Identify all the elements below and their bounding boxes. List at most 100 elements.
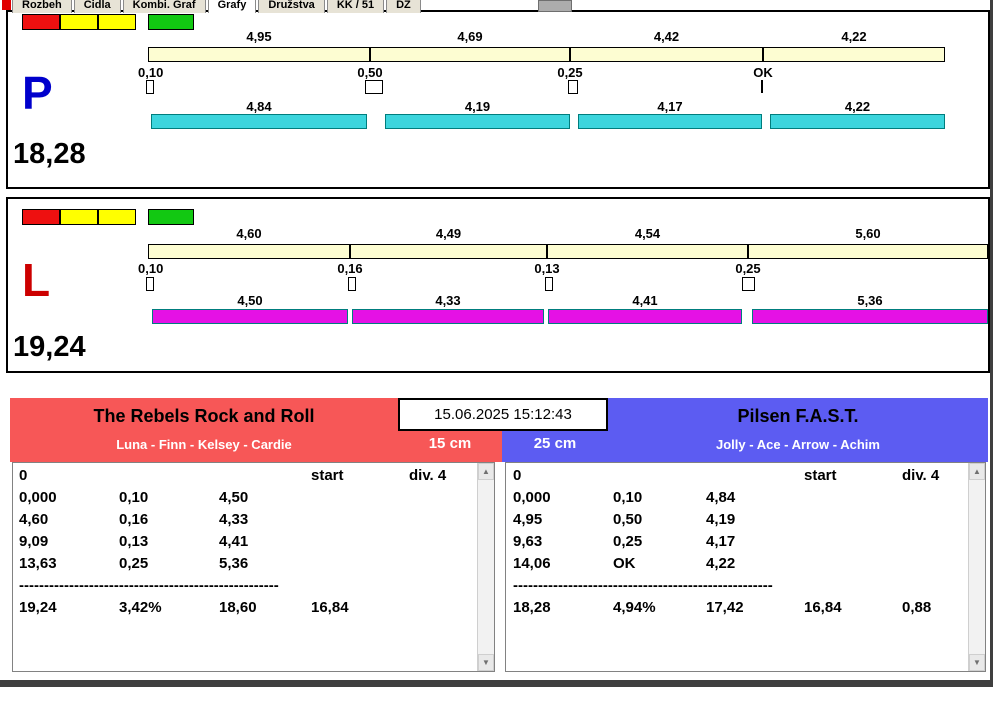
window-border-bottom (0, 680, 993, 687)
change-marker (348, 277, 356, 291)
change-time-label: 0,16 (337, 261, 363, 276)
result-cell: 18,60 (219, 599, 257, 616)
team-left-members: Luna - Finn - Kelsey - Cardie (116, 437, 292, 452)
split-bar-segment (570, 47, 763, 62)
result-cell: 0 (19, 467, 28, 484)
result-row: 0,000 0,10 4,84 (506, 489, 968, 511)
scroll-up-button[interactable]: ▲ (969, 463, 985, 480)
scroll-down-button[interactable]: ▼ (478, 654, 494, 671)
result-row: ----------------------------------------… (506, 577, 968, 599)
result-cell: 4,95 (513, 511, 543, 528)
tab-dru-stva[interactable]: Družstva (258, 0, 325, 13)
leg-time-label: 4,33 (435, 293, 461, 308)
leg-time-label: 4,22 (844, 99, 871, 114)
split-time-label: 4,95 (246, 29, 272, 44)
leg-time-label: 5,36 (857, 293, 883, 308)
leg-bar (578, 114, 762, 129)
status-light-yellow-1 (60, 14, 98, 30)
result-row: 4,60 0,16 4,33 (13, 511, 477, 533)
result-cell: 0,13 (119, 533, 149, 550)
leg-bar (770, 114, 945, 129)
split-bar-segment (148, 47, 370, 62)
result-cell: 13,63 (19, 555, 57, 572)
change-time-label: 0,25 (735, 261, 761, 276)
result-row: 19,24 3,42% 18,60 16,84 (13, 599, 477, 621)
status-light-green (148, 14, 194, 30)
change-marker (146, 80, 154, 94)
top-scrollbar-fragment[interactable] (538, 0, 572, 12)
lane-letter-p: P (22, 67, 53, 119)
team-right-name: Pilsen F.A.S.T. (737, 406, 859, 426)
result-cell: 18,28 (513, 599, 551, 616)
leg-time-label: 4,41 (632, 293, 658, 308)
change-marker (761, 80, 763, 93)
result-cell: 0,10 (613, 489, 643, 506)
result-cell: 16,84 (311, 599, 349, 616)
results-right-pane: 0 start div. 4 0,000 0,10 4,84 4,95 0,50 4,19 9,6… (505, 462, 986, 672)
scroll-up-icon: ▲ (973, 467, 981, 476)
change-marker (742, 277, 755, 291)
scroll-up-button[interactable]: ▲ (478, 463, 494, 480)
lane-letter-l: L (22, 254, 51, 306)
leg-time-label: 4,50 (237, 293, 263, 308)
result-cell: 4,60 (19, 511, 49, 528)
result-cell: 3,42% (119, 599, 162, 616)
leg-bar (151, 114, 367, 129)
result-row: 0,000 0,10 4,50 (13, 489, 477, 511)
tab-cidla[interactable]: Cidla (73, 0, 121, 13)
result-cell: 4,94% (613, 599, 656, 616)
split-bar-segment (763, 47, 945, 62)
result-cell: 0,000 (19, 489, 57, 506)
status-light-yellow-2 (98, 209, 136, 225)
split-time-label: 4,42 (653, 29, 680, 44)
tab-grafy[interactable]: Grafy (207, 0, 257, 13)
status-light-yellow-1 (60, 209, 98, 225)
split-bar-segment (370, 47, 570, 62)
leg-bar (752, 309, 988, 324)
tab-kk-51[interactable]: KK / 51 (326, 0, 385, 13)
leg-bar (152, 309, 348, 324)
result-cell: 4,17 (706, 533, 736, 550)
change-time-label: 0,13 (534, 261, 560, 276)
split-time-label: 4,69 (457, 29, 483, 44)
scroll-down-button[interactable]: ▼ (969, 654, 985, 671)
result-cell: 4,19 (706, 511, 736, 528)
result-cell: 19,24 (19, 599, 57, 616)
change-marker (545, 277, 553, 291)
tab-dz[interactable]: DZ (386, 0, 421, 13)
results-left-text: 0 start div. 4 0,000 0,10 4,50 4,60 0,16 4,33 9,0… (13, 467, 477, 671)
results-section: The Rebels Rock and Roll Luna - Finn - K… (10, 398, 988, 678)
result-cell: 0,10 (119, 489, 149, 506)
result-cell: 0,25 (119, 555, 149, 572)
tab-bar: Rozbeh Cidla Kombi. Graf Grafy Družstva KK / … (12, 0, 423, 13)
leg-time-label: 4,19 (464, 99, 491, 114)
change-time-label: OK (753, 65, 773, 80)
leg-bar (385, 114, 570, 129)
results-right-text: 0 start div. 4 0,000 0,10 4,84 4,95 0,50 4,19 9,6… (506, 467, 968, 671)
result-row: ----------------------------------------… (13, 577, 477, 599)
result-cell: 9,09 (19, 533, 49, 550)
tab-rozbeh[interactable]: Rozbeh (12, 0, 72, 13)
scroll-down-icon: ▼ (482, 658, 490, 667)
change-time-label: 0,25 (557, 65, 583, 80)
vertical-scrollbar[interactable]: ▲ ▼ (968, 463, 985, 671)
split-bar-segment (148, 244, 350, 259)
vertical-scrollbar[interactable]: ▲ ▼ (477, 463, 494, 671)
split-bar-segment (748, 244, 988, 259)
leg-time-label: 4,17 (657, 99, 683, 114)
status-light-green (148, 209, 194, 225)
status-light-red (22, 14, 60, 30)
window-border-right (990, 0, 993, 687)
window-corner-decoration (2, 0, 11, 10)
result-cell: 0 (513, 467, 522, 484)
change-time-label: 0,50 (357, 65, 383, 80)
split-time-label: 4,60 (236, 226, 262, 241)
tab-kombi-graf[interactable]: Kombi. Graf (122, 0, 206, 13)
split-time-label: 4,54 (634, 226, 661, 241)
datetime-display: 15.06.2025 15:12:43 (398, 398, 608, 431)
change-time-label: 0,10 (138, 65, 164, 80)
result-cell: start (804, 467, 837, 484)
lane-l-total-time: 19,24 (13, 331, 86, 363)
split-time-label: 5,60 (855, 226, 881, 241)
leg-bar (548, 309, 742, 324)
